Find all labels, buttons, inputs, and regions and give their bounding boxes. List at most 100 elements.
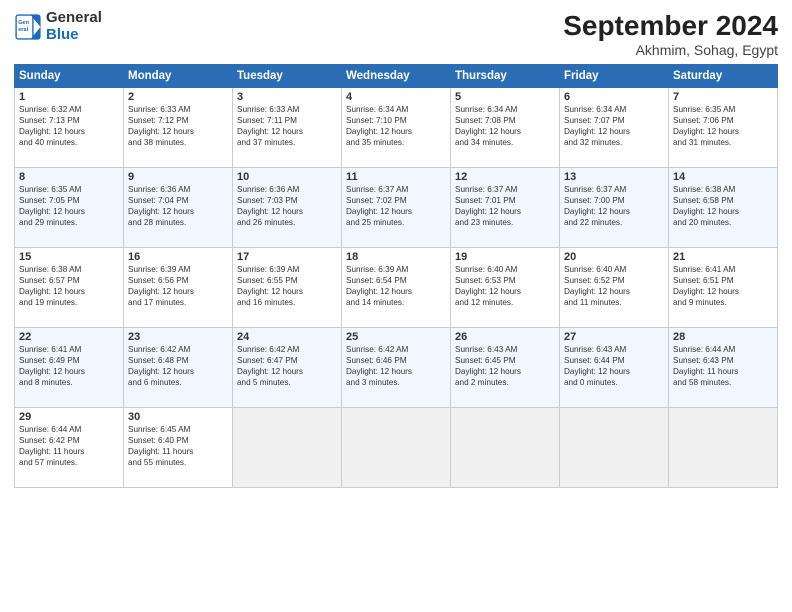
day-detail: Sunrise: 6:39 AMSunset: 6:56 PMDaylight:…: [128, 264, 228, 308]
day-detail: Sunrise: 6:33 AMSunset: 7:11 PMDaylight:…: [237, 104, 337, 148]
day-cell: 22Sunrise: 6:41 AMSunset: 6:49 PMDayligh…: [15, 328, 124, 408]
col-header-tuesday: Tuesday: [233, 65, 342, 88]
day-cell: 24Sunrise: 6:42 AMSunset: 6:47 PMDayligh…: [233, 328, 342, 408]
day-number: 15: [19, 251, 119, 263]
day-detail: Sunrise: 6:41 AMSunset: 6:51 PMDaylight:…: [673, 264, 773, 308]
day-number: 28: [673, 331, 773, 343]
logo: Gen eral General Blue: [14, 10, 102, 43]
day-number: 29: [19, 411, 119, 423]
day-number: 11: [346, 171, 446, 183]
day-number: 27: [564, 331, 664, 343]
svg-text:eral: eral: [18, 27, 28, 33]
day-detail: Sunrise: 6:37 AMSunset: 7:02 PMDaylight:…: [346, 184, 446, 228]
logo-line2: Blue: [46, 27, 102, 44]
header-row: SundayMondayTuesdayWednesdayThursdayFrid…: [15, 65, 778, 88]
day-cell: 12Sunrise: 6:37 AMSunset: 7:01 PMDayligh…: [451, 168, 560, 248]
day-number: 30: [128, 411, 228, 423]
day-cell: 3Sunrise: 6:33 AMSunset: 7:11 PMDaylight…: [233, 88, 342, 168]
col-header-wednesday: Wednesday: [342, 65, 451, 88]
day-cell: 21Sunrise: 6:41 AMSunset: 6:51 PMDayligh…: [669, 248, 778, 328]
day-cell: [669, 408, 778, 488]
title-block: September 2024 Akhmim, Sohag, Egypt: [563, 10, 778, 58]
day-detail: Sunrise: 6:44 AMSunset: 6:43 PMDaylight:…: [673, 344, 773, 388]
day-number: 5: [455, 91, 555, 103]
day-detail: Sunrise: 6:42 AMSunset: 6:46 PMDaylight:…: [346, 344, 446, 388]
day-detail: Sunrise: 6:39 AMSunset: 6:55 PMDaylight:…: [237, 264, 337, 308]
day-cell: 23Sunrise: 6:42 AMSunset: 6:48 PMDayligh…: [124, 328, 233, 408]
col-header-thursday: Thursday: [451, 65, 560, 88]
day-number: 14: [673, 171, 773, 183]
day-number: 1: [19, 91, 119, 103]
day-detail: Sunrise: 6:44 AMSunset: 6:42 PMDaylight:…: [19, 424, 119, 468]
day-cell: 9Sunrise: 6:36 AMSunset: 7:04 PMDaylight…: [124, 168, 233, 248]
day-cell: 5Sunrise: 6:34 AMSunset: 7:08 PMDaylight…: [451, 88, 560, 168]
day-cell: [342, 408, 451, 488]
day-number: 12: [455, 171, 555, 183]
month-title: September 2024: [563, 10, 778, 42]
day-cell: 6Sunrise: 6:34 AMSunset: 7:07 PMDaylight…: [560, 88, 669, 168]
svg-text:Gen: Gen: [18, 20, 29, 26]
col-header-saturday: Saturday: [669, 65, 778, 88]
day-detail: Sunrise: 6:37 AMSunset: 7:01 PMDaylight:…: [455, 184, 555, 228]
day-cell: [451, 408, 560, 488]
week-row-4: 22Sunrise: 6:41 AMSunset: 6:49 PMDayligh…: [15, 328, 778, 408]
day-number: 2: [128, 91, 228, 103]
day-detail: Sunrise: 6:34 AMSunset: 7:10 PMDaylight:…: [346, 104, 446, 148]
day-cell: [233, 408, 342, 488]
day-detail: Sunrise: 6:37 AMSunset: 7:00 PMDaylight:…: [564, 184, 664, 228]
day-detail: Sunrise: 6:43 AMSunset: 6:45 PMDaylight:…: [455, 344, 555, 388]
day-cell: 7Sunrise: 6:35 AMSunset: 7:06 PMDaylight…: [669, 88, 778, 168]
day-cell: [560, 408, 669, 488]
location-title: Akhmim, Sohag, Egypt: [563, 42, 778, 58]
day-detail: Sunrise: 6:36 AMSunset: 7:03 PMDaylight:…: [237, 184, 337, 228]
day-number: 3: [237, 91, 337, 103]
week-row-1: 1Sunrise: 6:32 AMSunset: 7:13 PMDaylight…: [15, 88, 778, 168]
day-cell: 13Sunrise: 6:37 AMSunset: 7:00 PMDayligh…: [560, 168, 669, 248]
week-row-3: 15Sunrise: 6:38 AMSunset: 6:57 PMDayligh…: [15, 248, 778, 328]
week-row-2: 8Sunrise: 6:35 AMSunset: 7:05 PMDaylight…: [15, 168, 778, 248]
day-detail: Sunrise: 6:38 AMSunset: 6:58 PMDaylight:…: [673, 184, 773, 228]
day-cell: 10Sunrise: 6:36 AMSunset: 7:03 PMDayligh…: [233, 168, 342, 248]
day-detail: Sunrise: 6:43 AMSunset: 6:44 PMDaylight:…: [564, 344, 664, 388]
day-number: 4: [346, 91, 446, 103]
day-cell: 30Sunrise: 6:45 AMSunset: 6:40 PMDayligh…: [124, 408, 233, 488]
logo-icon: Gen eral: [14, 13, 42, 41]
day-cell: 15Sunrise: 6:38 AMSunset: 6:57 PMDayligh…: [15, 248, 124, 328]
day-detail: Sunrise: 6:34 AMSunset: 7:08 PMDaylight:…: [455, 104, 555, 148]
day-number: 24: [237, 331, 337, 343]
day-number: 13: [564, 171, 664, 183]
day-detail: Sunrise: 6:41 AMSunset: 6:49 PMDaylight:…: [19, 344, 119, 388]
calendar-table: SundayMondayTuesdayWednesdayThursdayFrid…: [14, 64, 778, 488]
day-detail: Sunrise: 6:32 AMSunset: 7:13 PMDaylight:…: [19, 104, 119, 148]
day-detail: Sunrise: 6:39 AMSunset: 6:54 PMDaylight:…: [346, 264, 446, 308]
day-number: 16: [128, 251, 228, 263]
day-number: 8: [19, 171, 119, 183]
day-detail: Sunrise: 6:40 AMSunset: 6:52 PMDaylight:…: [564, 264, 664, 308]
day-number: 10: [237, 171, 337, 183]
day-cell: 20Sunrise: 6:40 AMSunset: 6:52 PMDayligh…: [560, 248, 669, 328]
day-detail: Sunrise: 6:33 AMSunset: 7:12 PMDaylight:…: [128, 104, 228, 148]
col-header-friday: Friday: [560, 65, 669, 88]
day-cell: 26Sunrise: 6:43 AMSunset: 6:45 PMDayligh…: [451, 328, 560, 408]
day-cell: 4Sunrise: 6:34 AMSunset: 7:10 PMDaylight…: [342, 88, 451, 168]
day-detail: Sunrise: 6:45 AMSunset: 6:40 PMDaylight:…: [128, 424, 228, 468]
header: Gen eral General Blue September 2024 Akh…: [14, 10, 778, 58]
day-number: 26: [455, 331, 555, 343]
day-cell: 25Sunrise: 6:42 AMSunset: 6:46 PMDayligh…: [342, 328, 451, 408]
day-cell: 29Sunrise: 6:44 AMSunset: 6:42 PMDayligh…: [15, 408, 124, 488]
day-detail: Sunrise: 6:42 AMSunset: 6:47 PMDaylight:…: [237, 344, 337, 388]
day-number: 19: [455, 251, 555, 263]
day-cell: 19Sunrise: 6:40 AMSunset: 6:53 PMDayligh…: [451, 248, 560, 328]
logo-line1: General: [46, 10, 102, 27]
day-number: 17: [237, 251, 337, 263]
day-cell: 28Sunrise: 6:44 AMSunset: 6:43 PMDayligh…: [669, 328, 778, 408]
day-detail: Sunrise: 6:38 AMSunset: 6:57 PMDaylight:…: [19, 264, 119, 308]
day-number: 9: [128, 171, 228, 183]
day-detail: Sunrise: 6:42 AMSunset: 6:48 PMDaylight:…: [128, 344, 228, 388]
col-header-sunday: Sunday: [15, 65, 124, 88]
day-cell: 11Sunrise: 6:37 AMSunset: 7:02 PMDayligh…: [342, 168, 451, 248]
main-container: Gen eral General Blue September 2024 Akh…: [0, 0, 792, 496]
col-header-monday: Monday: [124, 65, 233, 88]
day-cell: 18Sunrise: 6:39 AMSunset: 6:54 PMDayligh…: [342, 248, 451, 328]
day-detail: Sunrise: 6:35 AMSunset: 7:06 PMDaylight:…: [673, 104, 773, 148]
